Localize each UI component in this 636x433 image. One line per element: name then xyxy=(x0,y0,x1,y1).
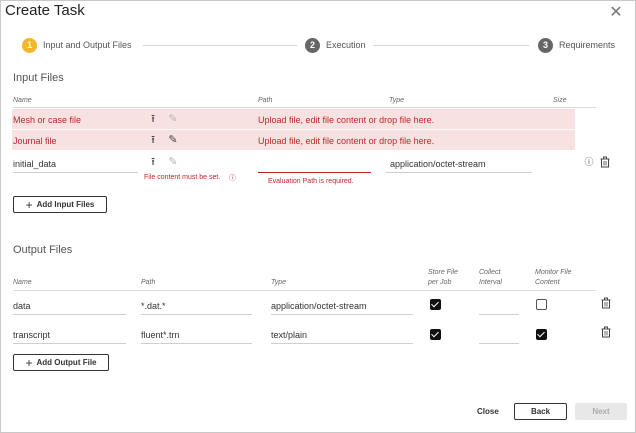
col-store-header-1: Store File xyxy=(428,269,458,276)
trash-icon[interactable] xyxy=(600,326,612,338)
step-3-circle[interactable]: 3 xyxy=(538,38,553,53)
step-3-label[interactable]: Requirements xyxy=(559,40,615,50)
back-button-label: Back xyxy=(530,407,551,416)
field-underline xyxy=(271,314,413,315)
field-underline xyxy=(13,314,126,315)
collect-interval-field[interactable] xyxy=(479,343,519,344)
step-connector xyxy=(143,45,297,46)
plus-icon: + xyxy=(25,197,33,212)
dialog-title: Create Task xyxy=(5,2,85,19)
upload-drop-zone[interactable]: Upload file, edit file content or drop f… xyxy=(258,136,434,146)
col-collect-header-2: Interval xyxy=(479,279,502,286)
col-name-header: Name xyxy=(13,279,32,286)
field-underline xyxy=(386,172,532,173)
field-underline xyxy=(141,343,252,344)
upload-icon[interactable]: ⭱ xyxy=(147,134,159,146)
col-collect-header-1: Collect xyxy=(479,269,501,276)
field-underline xyxy=(141,314,252,315)
store-file-checkbox[interactable] xyxy=(430,299,441,310)
step-2-label[interactable]: Execution xyxy=(326,40,366,50)
trash-icon[interactable] xyxy=(599,156,611,168)
edit-icon[interactable]: ✎ xyxy=(167,134,179,146)
content-error-message: File content must be set. xyxy=(144,174,221,181)
step-connector xyxy=(373,45,529,46)
create-task-dialog: Create Task ✕ 1 Input and Output Files 2… xyxy=(0,0,636,433)
edit-icon: ✎ xyxy=(168,156,178,168)
field-underline xyxy=(13,343,126,344)
header-divider xyxy=(13,107,596,108)
upload-icon[interactable]: ⭱ xyxy=(147,156,159,168)
col-monitor-header-2: Content xyxy=(535,279,560,286)
add-output-file-button[interactable]: + Add Output File xyxy=(13,354,109,371)
output-path-field[interactable]: fluent*.trn xyxy=(141,330,180,340)
error-icon: ⓘ xyxy=(229,175,236,182)
step-1-circle[interactable]: 1 xyxy=(22,38,37,53)
monitor-content-checkbox[interactable] xyxy=(536,299,547,310)
col-path-header: Path xyxy=(258,97,273,104)
input-file-name: Journal file xyxy=(13,136,57,146)
plus-icon: + xyxy=(25,355,33,370)
output-type-field[interactable]: application/octet-stream xyxy=(271,301,367,311)
add-input-files-button[interactable]: + Add Input Files xyxy=(13,196,107,213)
input-file-name-field[interactable]: initial_data xyxy=(13,159,56,169)
input-files-title: Input Files xyxy=(13,72,64,84)
add-input-files-label: Add Input Files xyxy=(36,200,95,209)
path-error-message: Evaluation Path is required. xyxy=(268,178,354,185)
field-underline xyxy=(13,172,138,173)
col-name-header: Name xyxy=(13,97,32,104)
type-field[interactable]: application/octet-stream xyxy=(390,159,486,169)
output-name-field[interactable]: transcript xyxy=(13,330,50,340)
info-icon[interactable]: ⓘ xyxy=(584,156,594,168)
trash-icon[interactable] xyxy=(600,297,612,309)
input-file-name: Mesh or case file xyxy=(13,115,82,125)
eval-path-underline xyxy=(258,172,371,173)
col-type-header: Type xyxy=(389,97,405,104)
upload-drop-zone[interactable]: Upload file, edit file content or drop f… xyxy=(258,115,434,125)
col-type-header: Type xyxy=(271,279,287,286)
col-monitor-header-1: Monitor File xyxy=(535,269,572,276)
output-files-title: Output Files xyxy=(13,244,73,256)
monitor-content-checkbox[interactable] xyxy=(536,329,547,340)
next-button-label: Next xyxy=(592,407,610,416)
header-divider xyxy=(13,290,596,291)
upload-icon[interactable]: ⭱ xyxy=(147,113,159,125)
step-1-label[interactable]: Input and Output Files xyxy=(43,40,132,50)
step-2-circle[interactable]: 2 xyxy=(305,38,320,53)
col-store-header-2: per Job xyxy=(428,279,452,286)
close-icon[interactable]: ✕ xyxy=(609,5,623,21)
col-path-header: Path xyxy=(141,279,156,286)
output-name-field[interactable]: data xyxy=(13,301,31,311)
back-button[interactable]: Back xyxy=(514,403,567,420)
next-button[interactable]: Next xyxy=(575,403,627,420)
store-file-checkbox[interactable] xyxy=(430,329,441,340)
add-output-file-label: Add Output File xyxy=(36,358,97,367)
edit-icon: ✎ xyxy=(168,113,178,125)
output-type-field[interactable]: text/plain xyxy=(271,330,307,340)
field-underline xyxy=(271,343,413,344)
collect-interval-field[interactable] xyxy=(479,314,519,315)
col-size-header: Size xyxy=(553,97,567,104)
output-path-field[interactable]: *.dat.* xyxy=(141,301,166,311)
close-button[interactable]: Close xyxy=(477,407,499,416)
